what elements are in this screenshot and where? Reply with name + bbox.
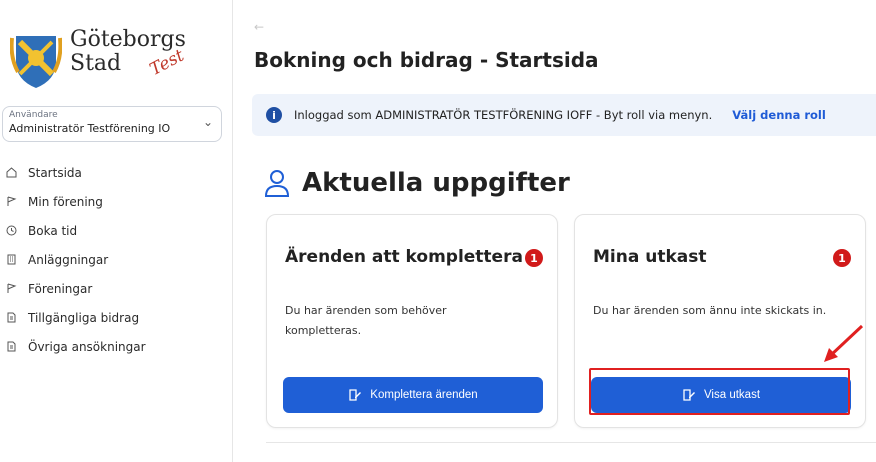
button-label: Visa utkast — [703, 389, 761, 401]
role-select-value: Administratör Testförening IO — [9, 122, 171, 135]
komplettera-arenden-button[interactable]: Komplettera ärenden — [283, 377, 543, 413]
card-title: Mina utkast — [593, 247, 707, 267]
back-arrow-icon[interactable]: ← — [254, 20, 264, 34]
section-title: Aktuella uppgifter — [302, 168, 570, 198]
sidebar-nav: Startsida Min förening Boka tid Anläggni… — [0, 158, 232, 361]
sidebar-item-ovriga-ansokningar[interactable]: Övriga ansökningar — [0, 332, 232, 361]
card-description: Du har ärenden som behöver kompletteras. — [285, 304, 447, 337]
sidebar-item-label: Boka tid — [28, 223, 78, 238]
chevron-down-icon: ⌄ — [202, 115, 213, 129]
flag-icon — [4, 195, 18, 209]
user-icon — [264, 170, 290, 197]
sidebar-item-foreningar[interactable]: Föreningar — [0, 274, 232, 303]
clock-icon — [4, 224, 18, 238]
edit-document-icon — [683, 389, 695, 401]
sidebar-item-anlaggningar[interactable]: Anläggningar — [0, 245, 232, 274]
divider — [266, 442, 876, 443]
count-badge: 1 — [833, 249, 851, 267]
visa-utkast-button[interactable]: Visa utkast — [591, 377, 851, 413]
card-title: Ärenden att komplettera — [285, 247, 523, 267]
count-badge: 1 — [525, 249, 543, 267]
card-arenden-att-komplettera: Ärenden att komplettera 1 Du har ärenden… — [266, 214, 558, 428]
annotation-arrow-icon — [824, 324, 864, 362]
role-select-label: Användare — [9, 110, 58, 120]
home-icon — [4, 166, 18, 180]
coat-of-arms-icon — [10, 36, 62, 88]
logo[interactable]: Göteborgs Stad Test — [6, 24, 226, 94]
sidebar: Göteborgs Stad Test Användare Administra… — [0, 0, 233, 462]
role-select[interactable]: Användare Administratör Testförening IO … — [2, 106, 222, 142]
sidebar-item-tillgangliga-bidrag[interactable]: Tillgängliga bidrag — [0, 303, 232, 332]
info-banner: i Inloggad som ADMINISTRATÖR TESTFÖRENIN… — [252, 94, 876, 136]
document-icon — [4, 311, 18, 325]
flag-icon — [4, 282, 18, 296]
card-mina-utkast: Mina utkast 1 Du har ärenden som ännu in… — [574, 214, 866, 428]
logo-line1: Göteborgs — [70, 27, 186, 52]
page-title: Bokning och bidrag - Startsida — [254, 48, 599, 72]
edit-document-icon — [349, 389, 362, 401]
document-icon — [4, 340, 18, 354]
sidebar-item-label: Startsida — [28, 165, 82, 180]
sidebar-item-label: Tillgängliga bidrag — [28, 310, 140, 325]
sidebar-item-startsida[interactable]: Startsida — [0, 158, 232, 187]
choose-role-link[interactable]: Välj denna roll — [732, 108, 826, 122]
sidebar-item-min-forening[interactable]: Min förening — [0, 187, 232, 216]
sidebar-item-label: Min förening — [28, 194, 103, 209]
sidebar-item-label: Anläggningar — [28, 252, 109, 267]
building-icon — [4, 253, 18, 267]
card-description: Du har ärenden som ännu inte skickats in… — [593, 304, 827, 317]
info-icon: i — [266, 107, 282, 123]
sidebar-item-boka-tid[interactable]: Boka tid — [0, 216, 232, 245]
section-header: Aktuella uppgifter — [264, 168, 570, 198]
button-label: Komplettera ärenden — [370, 389, 478, 401]
sidebar-item-label: Föreningar — [28, 281, 93, 296]
info-banner-text: Inloggad som ADMINISTRATÖR TESTFÖRENING … — [294, 108, 713, 122]
sidebar-item-label: Övriga ansökningar — [28, 339, 146, 354]
